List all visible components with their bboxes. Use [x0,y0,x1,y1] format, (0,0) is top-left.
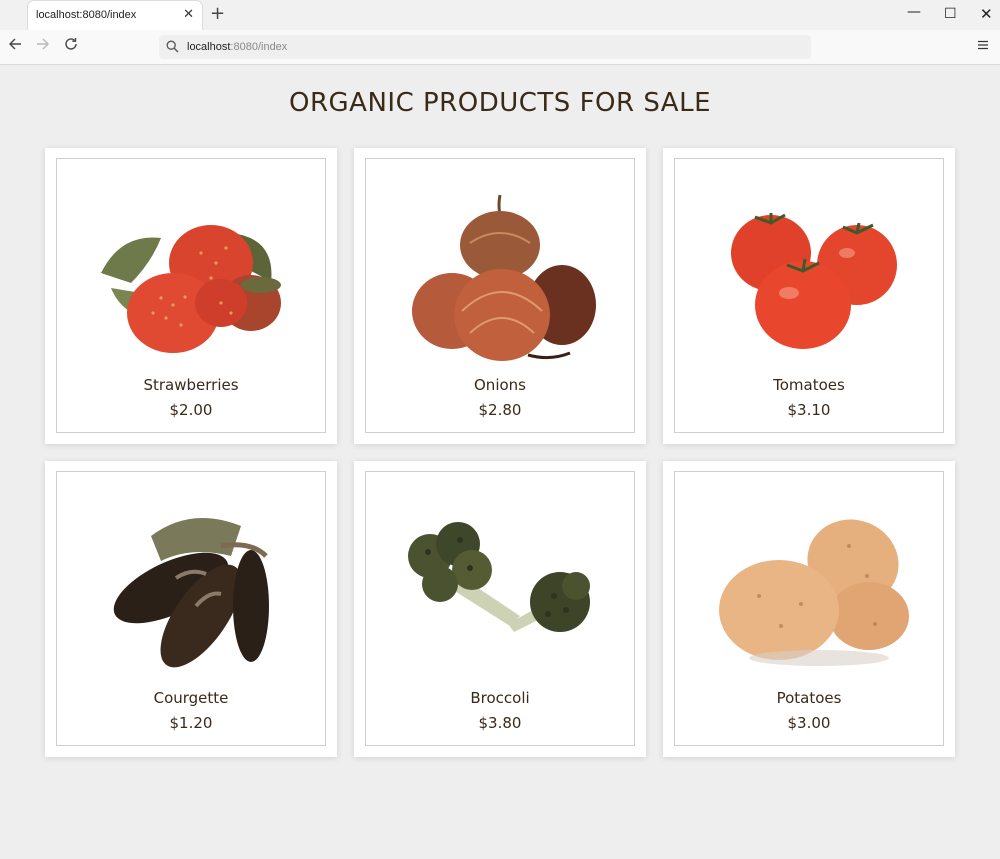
product-price: $2.80 [478,401,522,419]
product-card-frame: Strawberries $2.00 [56,158,326,433]
page-title: ORGANIC PRODUCTS FOR SALE [289,88,711,118]
product-card-frame: Broccoli $3.80 [365,471,635,746]
product-name: Potatoes [776,689,842,707]
product-name: Strawberries [143,376,239,394]
product-name: Broccoli [470,689,530,707]
back-arrow-icon[interactable] [8,37,22,55]
close-icon[interactable]: ✕ [183,7,194,23]
product-name: Tomatoes [773,376,845,394]
reload-icon[interactable] [64,37,78,55]
hamburger-menu-icon[interactable] [977,37,989,55]
strawberries-image [101,225,281,353]
url-host: localhost [187,41,231,53]
product-name: Onions [474,376,526,394]
product-card-frame: Onions $2.80 [365,158,635,433]
product-card[interactable]: Tomatoes $3.10 [663,148,955,444]
search-icon [166,40,179,53]
product-card-frame: Tomatoes $3.10 [674,158,944,433]
window-close-icon[interactable]: ✕ [980,6,993,22]
onions-image [412,194,596,361]
browser-navbar: localhost:8080/index [0,30,1000,65]
product-card[interactable]: Onions $2.80 [354,148,646,444]
eggplant-image [113,518,269,668]
product-name: Courgette [153,689,229,707]
product-price: $3.10 [787,401,831,419]
url-text: localhost:8080/index [187,41,287,53]
maximize-icon[interactable]: ☐ [944,6,957,22]
product-card[interactable]: Broccoli $3.80 [354,461,646,757]
address-bar[interactable]: localhost:8080/index [159,35,811,59]
product-price: $3.00 [787,714,831,732]
browser-tab[interactable]: localhost:8080/index ✕ [28,1,202,30]
product-price: $3.80 [478,714,522,732]
tab-title: localhost:8080/index [36,9,137,21]
potatoes-image [719,519,909,666]
product-price: $1.20 [169,714,213,732]
product-card[interactable]: Potatoes $3.00 [663,461,955,757]
tomatoes-image [731,213,897,349]
product-card-frame: Potatoes $3.00 [674,471,944,746]
product-price: $2.00 [169,401,213,419]
product-card-frame: Courgette $1.20 [56,471,326,746]
plus-icon[interactable]: + [210,4,225,24]
broccoli-image [408,522,590,632]
product-card[interactable]: Strawberries $2.00 [45,148,337,444]
forward-arrow-icon[interactable] [36,37,50,55]
product-card[interactable]: Courgette $1.20 [45,461,337,757]
browser-titlebar: localhost:8080/index ✕ + — ☐ ✕ [0,0,1000,30]
minimize-icon[interactable]: — [907,4,921,20]
url-path: :8080/index [230,41,288,53]
